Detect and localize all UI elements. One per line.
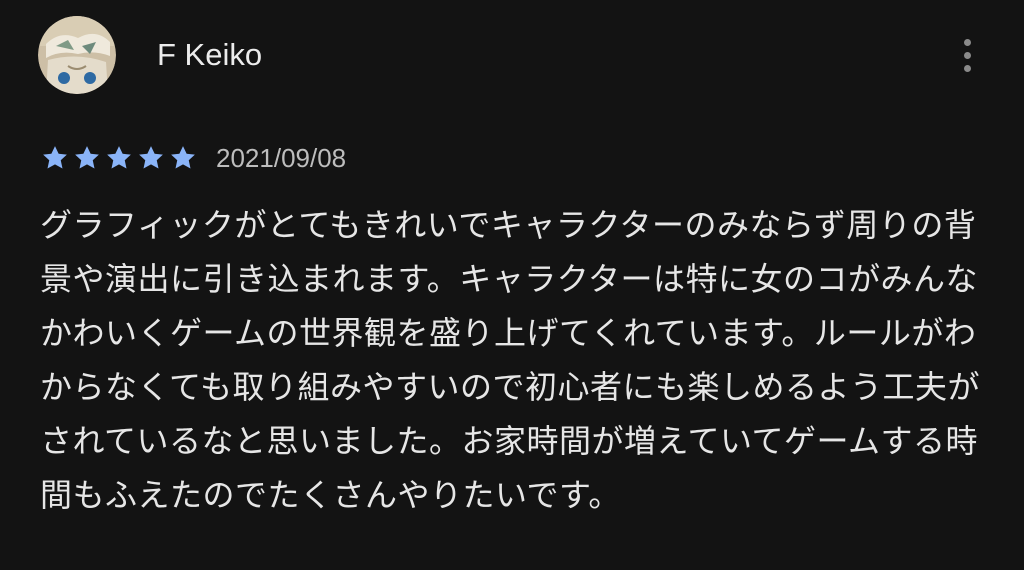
star-filled-icon bbox=[139, 146, 163, 169]
review-header: F Keiko bbox=[38, 16, 988, 94]
review-meta: 2021/09/08 bbox=[40, 140, 346, 176]
star-filled-icon bbox=[171, 146, 195, 169]
star-filled-icon bbox=[107, 146, 131, 169]
review-body: グラフィックがとてもきれいでキャラクターのみならず周りの背景や演出に引き込まれま… bbox=[40, 206, 980, 514]
review-date: 2021/09/08 bbox=[216, 143, 347, 173]
more-options-button[interactable] bbox=[952, 34, 982, 76]
star-rating bbox=[40, 143, 198, 173]
avatar-illustration-icon bbox=[38, 16, 116, 94]
reviewer-name: F Keiko bbox=[157, 37, 263, 72]
avatar[interactable] bbox=[38, 16, 116, 94]
star-filled-icon bbox=[43, 146, 67, 169]
star-filled-icon bbox=[75, 146, 99, 169]
review-card: F Keiko 2021/09/08 グラフィックがとてもきれいでキャラクターの… bbox=[0, 0, 1024, 570]
more-vert-icon bbox=[963, 38, 971, 46]
